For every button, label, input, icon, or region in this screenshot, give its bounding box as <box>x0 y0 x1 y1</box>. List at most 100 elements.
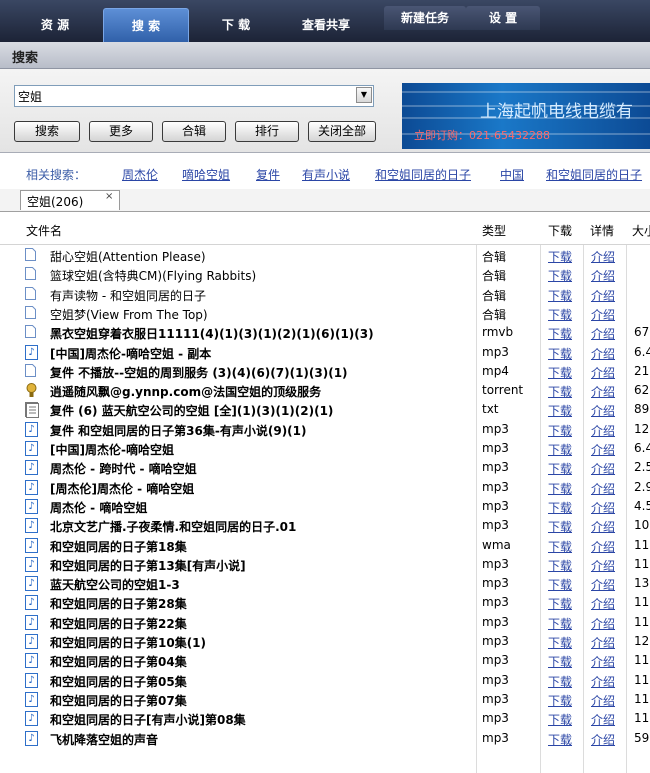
detail-link[interactable]: 介绍 <box>591 345 615 362</box>
download-link[interactable]: 下载 <box>548 557 572 574</box>
file-name[interactable]: 复件 不播放--空姐的周到服务 (3)(4)(6)(7)(1)(3)(1) <box>50 364 348 381</box>
file-name[interactable]: 周杰伦 - 跨时代 - 嘀哈空姐 <box>50 460 197 477</box>
detail-link[interactable]: 介绍 <box>591 576 615 593</box>
detail-link[interactable]: 介绍 <box>591 383 615 400</box>
file-name[interactable]: 和空姐同居的日子第22集 <box>50 615 187 632</box>
search-button[interactable]: 搜索 <box>14 121 80 142</box>
file-name[interactable]: 和空姐同居的日子第10集(1) <box>50 634 206 651</box>
result-tab[interactable]: 空姐(206) × <box>20 190 120 210</box>
table-row[interactable]: 有声读物 - 和空姐同居的日子 合辑 下载 介绍 <box>0 285 650 304</box>
download-link[interactable]: 下载 <box>548 634 572 651</box>
download-link[interactable]: 下载 <box>548 441 572 458</box>
download-link[interactable]: 下载 <box>548 595 572 612</box>
detail-link[interactable]: 介绍 <box>591 480 615 497</box>
detail-link[interactable]: 介绍 <box>591 557 615 574</box>
table-row[interactable]: 甜心空姐(Attention Please) 合辑 下载 介绍 <box>0 246 650 265</box>
chevron-down-icon[interactable]: ▼ <box>356 87 372 103</box>
download-link[interactable]: 下载 <box>548 538 572 555</box>
table-row[interactable]: ♪ 周杰伦 - 跨时代 - 嘀哈空姐 mp3 下载 介绍 2.5 <box>0 458 650 477</box>
download-link[interactable]: 下载 <box>548 383 572 400</box>
download-link[interactable]: 下载 <box>548 692 572 709</box>
related-link[interactable]: 和空姐同居的日子 <box>546 166 642 183</box>
table-row[interactable]: ♪ 和空姐同居的日子第18集 wma 下载 介绍 11 <box>0 536 650 555</box>
search-input[interactable] <box>18 86 348 106</box>
file-name[interactable]: 和空姐同居的日子第18集 <box>50 538 187 555</box>
detail-link[interactable]: 介绍 <box>591 364 615 381</box>
file-name[interactable]: [周杰伦]周杰伦 - 嘀哈空姐 <box>50 480 194 497</box>
table-row[interactable]: ♪ 和空姐同居的日子第04集 mp3 下载 介绍 11 <box>0 651 650 670</box>
detail-link[interactable]: 介绍 <box>591 267 615 284</box>
table-row[interactable]: 空姐梦(View From The Top) 合辑 下载 介绍 <box>0 304 650 323</box>
download-link[interactable]: 下载 <box>548 306 572 323</box>
download-link[interactable]: 下载 <box>548 364 572 381</box>
tab-resources[interactable]: 资 源 <box>18 8 92 42</box>
file-name[interactable]: [中国]周杰伦-嘀哈空姐 <box>50 441 174 458</box>
table-row[interactable]: ♪ 和空姐同居的日子[有声小说]第08集 mp3 下载 介绍 11 <box>0 709 650 728</box>
related-link[interactable]: 有声小说 <box>302 166 350 183</box>
collection-button[interactable]: 合辑 <box>162 121 226 142</box>
detail-link[interactable]: 介绍 <box>591 287 615 304</box>
download-link[interactable]: 下载 <box>548 248 572 265</box>
table-row[interactable]: 黑衣空姐穿着衣服日11111(4)(1)(3)(1)(2)(1)(6)(1)(3… <box>0 323 650 342</box>
file-name[interactable]: 甜心空姐(Attention Please) <box>50 248 206 265</box>
file-name[interactable]: 和空姐同居的日子[有声小说]第08集 <box>50 711 246 728</box>
detail-link[interactable]: 介绍 <box>591 402 615 419</box>
download-link[interactable]: 下载 <box>548 422 572 439</box>
file-name[interactable]: 飞机降落空姐的声音 <box>50 731 158 748</box>
detail-link[interactable]: 介绍 <box>591 731 615 748</box>
table-row[interactable]: ♪ 北京文艺广播.子夜柔情.和空姐同居的日子.01 mp3 下载 介绍 10 <box>0 516 650 535</box>
download-link[interactable]: 下载 <box>548 287 572 304</box>
download-link[interactable]: 下载 <box>548 325 572 342</box>
table-row[interactable]: 篮球空姐(含特典CM)(Flying Rabbits) 合辑 下载 介绍 <box>0 265 650 284</box>
table-row[interactable]: ♪ 和空姐同居的日子第10集(1) mp3 下载 介绍 12 <box>0 632 650 651</box>
file-name[interactable]: 和空姐同居的日子第28集 <box>50 595 187 612</box>
file-name[interactable]: 和空姐同居的日子第04集 <box>50 653 187 670</box>
file-name[interactable]: 复件 (6) 蓝天航空公司的空姐 [全](1)(3)(1)(2)(1) <box>50 402 333 419</box>
tab-download[interactable]: 下 载 <box>196 8 276 42</box>
download-link[interactable]: 下载 <box>548 480 572 497</box>
related-link[interactable]: 周杰伦 <box>122 166 158 183</box>
file-name[interactable]: 蓝天航空公司的空姐1-3 <box>50 576 180 593</box>
detail-link[interactable]: 介绍 <box>591 595 615 612</box>
file-name[interactable]: 黑衣空姐穿着衣服日11111(4)(1)(3)(1)(2)(1)(6)(1)(3… <box>50 325 374 342</box>
download-link[interactable]: 下载 <box>548 653 572 670</box>
table-row[interactable]: 复件 (6) 蓝天航空公司的空姐 [全](1)(3)(1)(2)(1) txt 下载… <box>0 400 650 419</box>
detail-link[interactable]: 介绍 <box>591 653 615 670</box>
detail-link[interactable]: 介绍 <box>591 499 615 516</box>
file-name[interactable]: 和空姐同居的日子第07集 <box>50 692 187 709</box>
ad-banner[interactable]: 上海起帆电线电缆有 立即订购：021-65432288 <box>402 83 650 149</box>
table-row[interactable]: 复件 不播放--空姐的周到服务 (3)(4)(6)(7)(1)(3)(1) mp4… <box>0 362 650 381</box>
header-filename[interactable]: 文件名 <box>26 222 62 239</box>
file-name[interactable]: 周杰伦 - 嘀哈空姐 <box>50 499 147 516</box>
table-row[interactable]: ♪ 蓝天航空公司的空姐1-3 mp3 下载 介绍 13 <box>0 574 650 593</box>
detail-link[interactable]: 介绍 <box>591 634 615 651</box>
download-link[interactable]: 下载 <box>548 576 572 593</box>
detail-link[interactable]: 介绍 <box>591 711 615 728</box>
table-row[interactable]: ♪ 和空姐同居的日子第07集 mp3 下载 介绍 11 <box>0 690 650 709</box>
tab-settings[interactable]: 设 置 <box>466 6 540 30</box>
close-icon[interactable]: × <box>105 191 113 202</box>
related-link[interactable]: 复件 <box>256 166 280 183</box>
tab-new-task[interactable]: 新建任务 <box>384 6 466 30</box>
table-row[interactable]: ♪ [中国]周杰伦-嘀哈空姐 mp3 下载 介绍 6.4 <box>0 439 650 458</box>
detail-link[interactable]: 介绍 <box>591 460 615 477</box>
download-link[interactable]: 下载 <box>548 711 572 728</box>
download-link[interactable]: 下载 <box>548 673 572 690</box>
file-name[interactable]: 逍遥随风飘@g.ynnp.com@法国空姐的顶级服务 <box>50 383 321 400</box>
table-row[interactable]: ♪ 飞机降落空姐的声音 mp3 下载 介绍 59 <box>0 729 650 748</box>
table-row[interactable]: ♪ 和空姐同居的日子第05集 mp3 下载 介绍 11 <box>0 671 650 690</box>
file-name[interactable]: [中国]周杰伦-嘀哈空姐 - 副本 <box>50 345 211 362</box>
header-size[interactable]: 大小 <box>632 222 650 239</box>
header-type[interactable]: 类型 <box>482 222 506 239</box>
close-all-button[interactable]: 关闭全部 <box>308 121 376 142</box>
search-combobox[interactable]: ▼ <box>14 85 374 107</box>
download-link[interactable]: 下载 <box>548 267 572 284</box>
detail-link[interactable]: 介绍 <box>591 325 615 342</box>
detail-link[interactable]: 介绍 <box>591 692 615 709</box>
related-link[interactable]: 嘀哈空姐 <box>182 166 230 183</box>
download-link[interactable]: 下载 <box>548 345 572 362</box>
detail-link[interactable]: 介绍 <box>591 615 615 632</box>
detail-link[interactable]: 介绍 <box>591 518 615 535</box>
tab-view-share[interactable]: 查看共享 <box>284 8 368 42</box>
table-row[interactable]: ♪ 周杰伦 - 嘀哈空姐 mp3 下载 介绍 4.5 <box>0 497 650 516</box>
